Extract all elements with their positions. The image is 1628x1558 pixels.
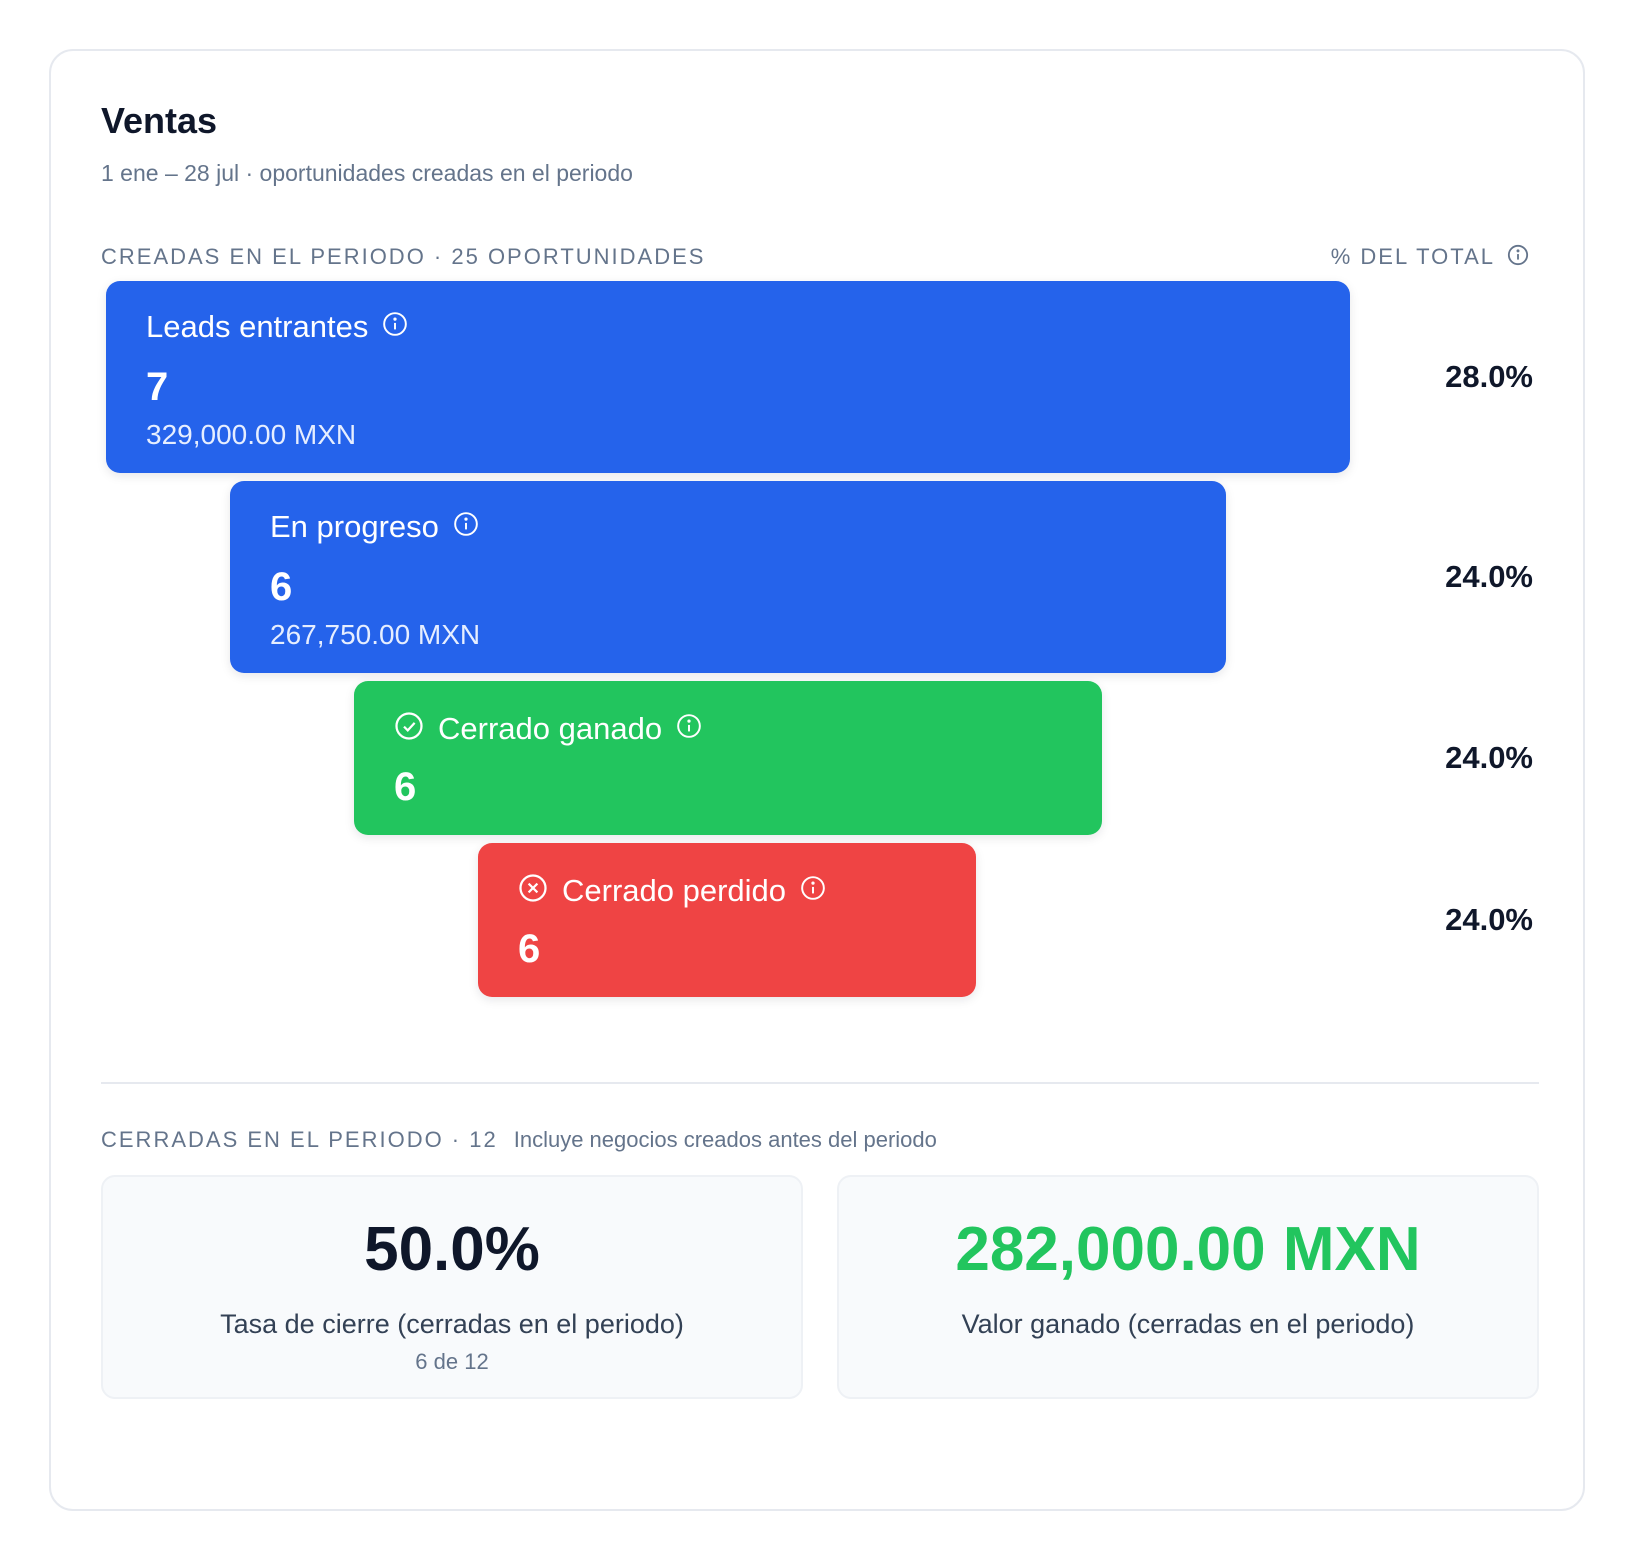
- stage-label: En progreso: [270, 509, 439, 544]
- info-icon[interactable]: [1507, 244, 1529, 270]
- stage-header: Cerrado ganado: [394, 711, 702, 746]
- info-icon[interactable]: [382, 311, 408, 342]
- close-rate-value: 50.0%: [364, 1215, 540, 1284]
- card-subtitle: 1 ene – 28 jul · oportunidades creadas e…: [101, 160, 633, 186]
- check-circle-icon: [394, 711, 424, 746]
- stage-amount: 267,750.00 MXN: [270, 619, 481, 650]
- info-icon[interactable]: [453, 511, 479, 542]
- stage-label: Leads entrantes: [146, 309, 369, 344]
- stage-label: Cerrado ganado: [438, 711, 663, 746]
- stage-label: Cerrado perdido: [562, 873, 787, 908]
- close-rate-caption: Tasa de cierre (cerradas en el periodo): [220, 1309, 684, 1339]
- stage-header: Cerrado perdido: [518, 873, 826, 908]
- won-value-card: 282,000.00 MXN Valor ganado (cerradas en…: [837, 1175, 1539, 1399]
- stage-header: En progreso: [270, 511, 479, 542]
- created-section-label: CREADAS EN EL PERIODO · 25 OPORTUNIDADES: [101, 244, 706, 269]
- section-divider: [101, 1082, 1539, 1084]
- stage-count: 6: [270, 565, 293, 609]
- won-value-amount: 282,000.00 MXN: [955, 1215, 1421, 1284]
- pct-total-header: % DEL TOTAL: [1331, 244, 1529, 270]
- closed-section-header: CERRADAS EN EL PERIODO · 12 Incluye nego…: [101, 1129, 937, 1151]
- stage-pct-won: 24.0%: [1445, 740, 1533, 775]
- x-circle-icon: [518, 873, 548, 908]
- funnel-stage-won[interactable]: Cerrado ganado 6: [354, 681, 1102, 835]
- stage-count: 7: [146, 365, 169, 409]
- closed-section-note: Incluye negocios creados antes del perio…: [513, 1127, 937, 1152]
- stage-header: Leads entrantes: [146, 311, 408, 342]
- pct-total-label: % DEL TOTAL: [1330, 244, 1495, 269]
- info-icon[interactable]: [676, 713, 702, 744]
- stage-pct-in-progress: 24.0%: [1445, 559, 1533, 594]
- close-rate-card: 50.0% Tasa de cierre (cerradas en el per…: [101, 1175, 803, 1399]
- stage-count: 6: [518, 927, 541, 971]
- stage-count: 6: [394, 765, 417, 809]
- close-rate-detail: 6 de 12: [415, 1349, 489, 1374]
- card-title: Ventas: [101, 100, 218, 141]
- stage-pct-lost: 24.0%: [1445, 902, 1533, 937]
- funnel-stage-lost[interactable]: Cerrado perdido 6: [478, 843, 976, 997]
- funnel-stage-in-progress[interactable]: En progreso 6 267,750.00 MXN: [230, 481, 1226, 673]
- won-value-caption: Valor ganado (cerradas en el periodo): [961, 1309, 1415, 1339]
- closed-section-label: CERRADAS EN EL PERIODO · 12: [101, 1127, 498, 1152]
- sales-funnel-card: Ventas 1 ene – 28 jul · oportunidades cr…: [49, 49, 1585, 1511]
- funnel-stage-leads[interactable]: Leads entrantes 7 329,000.00 MXN: [106, 281, 1350, 473]
- stage-amount: 329,000.00 MXN: [146, 419, 357, 450]
- info-icon[interactable]: [800, 875, 826, 906]
- stage-pct-leads: 28.0%: [1445, 359, 1533, 394]
